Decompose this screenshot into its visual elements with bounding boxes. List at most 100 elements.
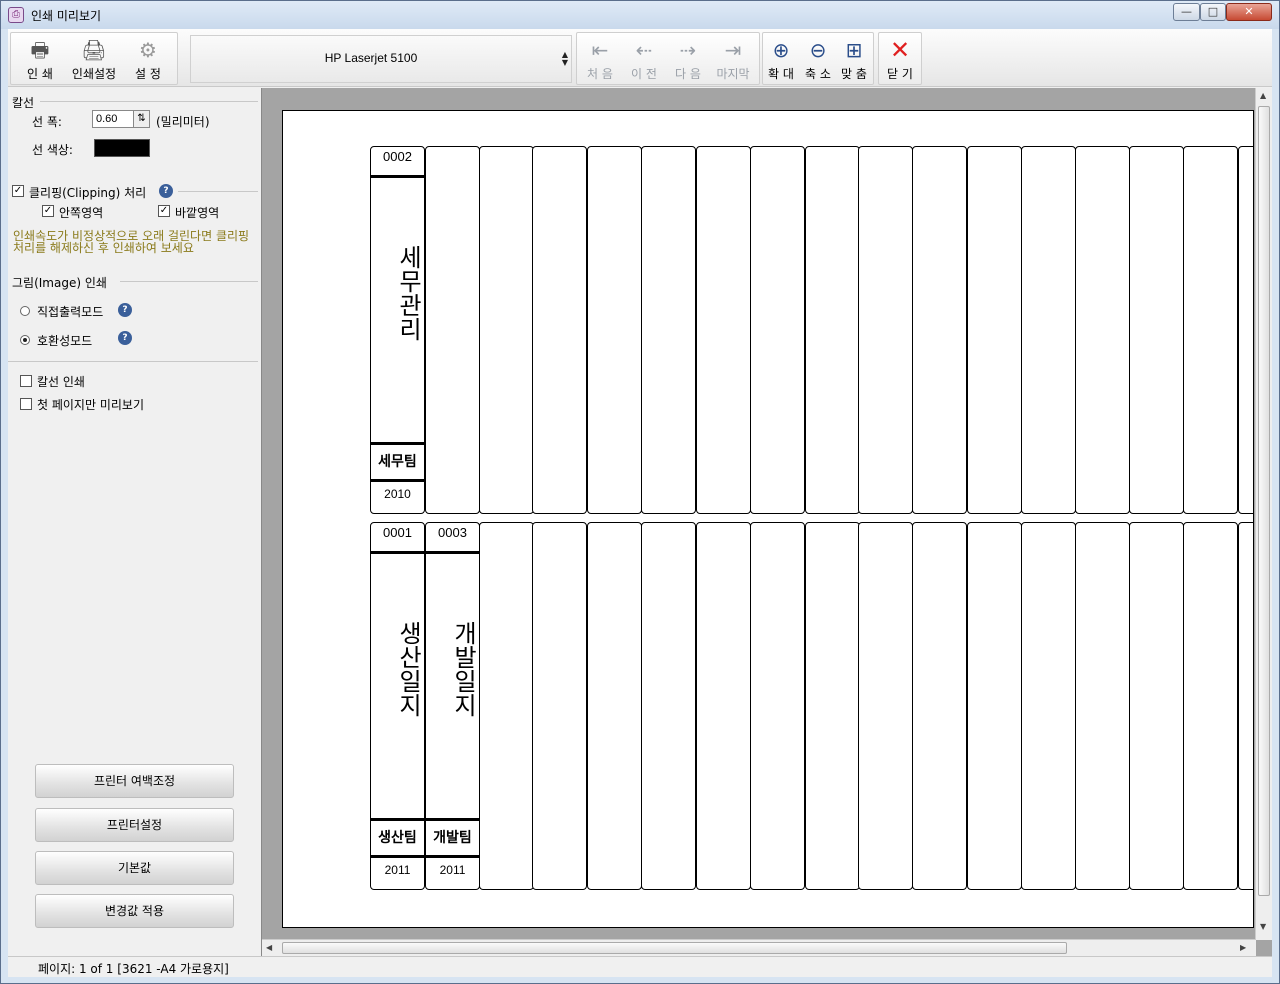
printer-margin-button[interactable]: 프린터 여백조정 bbox=[35, 764, 234, 798]
card-divider bbox=[371, 175, 424, 178]
minimize-button[interactable]: — bbox=[1173, 3, 1200, 21]
status-bar: 페이지: 1 of 1 [3621 -A4 가로용지] bbox=[8, 956, 1272, 977]
vertical-scrollbar[interactable]: ▲ ▼ bbox=[1255, 88, 1272, 940]
scroll-down-icon[interactable]: ▼ bbox=[1260, 922, 1266, 931]
printer-setup-panel-button[interactable]: 프린터설정 bbox=[35, 808, 234, 842]
scroll-left-icon[interactable]: ◀ bbox=[266, 943, 272, 952]
first-page-button[interactable]: ⇤ 처 음 bbox=[578, 33, 622, 83]
first-page-only-label: 첫 페이지만 미리보기 bbox=[37, 398, 144, 412]
print-ruleline-checkbox[interactable] bbox=[20, 375, 32, 387]
line-width-input[interactable]: 0.60 ⇅ bbox=[92, 110, 150, 128]
group-divider bbox=[40, 101, 258, 102]
window-close-button[interactable]: ✕ bbox=[1226, 3, 1272, 21]
print-button-label: 인 쇄 bbox=[27, 67, 53, 81]
card-team: 생산팀 bbox=[378, 830, 417, 846]
horizontal-scrollbar[interactable]: ◀ ▶ bbox=[262, 939, 1256, 956]
outer-area-label: 바깥영역 bbox=[175, 206, 220, 220]
first-page-icon: ⇤ bbox=[591, 38, 609, 62]
spinner-icon[interactable]: ⇅ bbox=[133, 111, 149, 127]
close-x-icon: ✕ bbox=[889, 36, 911, 64]
empty-label-card bbox=[1129, 146, 1184, 514]
compat-mode-radio[interactable] bbox=[20, 335, 30, 345]
help-icon[interactable]: ? bbox=[118, 331, 132, 345]
clipping-label: 클리핑(Clipping) 처리 bbox=[29, 186, 147, 200]
settings-label: 설 정 bbox=[135, 67, 161, 81]
card-divider bbox=[371, 818, 424, 821]
printer-select[interactable]: HP Laserjet 5100 ▲ ▼ bbox=[190, 35, 572, 83]
empty-label-card bbox=[1183, 522, 1238, 890]
next-page-icon: ⇢ bbox=[679, 38, 697, 62]
card-title-char: 발 bbox=[449, 645, 477, 669]
card-title: 개발일지 bbox=[426, 621, 479, 717]
empty-label-card bbox=[532, 522, 587, 890]
client-area: 🖶 인 쇄 🖨 인쇄설정 ⚙ 설 정 HP Laserjet 5100 ▲ ▼ ⇤… bbox=[8, 29, 1272, 977]
card-year: 2010 bbox=[384, 487, 411, 501]
outer-area-checkbox[interactable]: ✓ bbox=[158, 205, 170, 217]
line-width-label: 선 폭: bbox=[32, 115, 62, 129]
card-title-char: 리 bbox=[394, 317, 422, 341]
first-page-label: 처 음 bbox=[587, 67, 613, 81]
help-icon[interactable]: ? bbox=[159, 184, 173, 198]
last-page-icon: ⇥ bbox=[724, 38, 742, 62]
clipping-checkbox[interactable]: ✓ bbox=[12, 185, 24, 197]
image-group-title: 그림(Image) 인쇄 bbox=[12, 276, 107, 290]
card-number: 0001 bbox=[383, 525, 412, 540]
card-title: 세무관리 bbox=[371, 245, 424, 341]
empty-label-card bbox=[1021, 522, 1076, 890]
next-page-label: 다 음 bbox=[675, 67, 701, 81]
toolbar: 🖶 인 쇄 🖨 인쇄설정 ⚙ 설 정 HP Laserjet 5100 ▲ ▼ ⇤… bbox=[8, 29, 1272, 87]
zoom-out-icon: ⊖ bbox=[809, 38, 827, 62]
label-card: 0003 개 발 일 지 개발팀 2011 bbox=[425, 522, 480, 890]
printer-preview-app-icon: ⎙ bbox=[8, 7, 24, 23]
status-text: 페이지: 1 of 1 [3621 -A4 가로용지] bbox=[38, 962, 229, 976]
zoom-out-button[interactable]: ⊖ 축 소 bbox=[800, 33, 836, 83]
print-setup-button[interactable]: 🖨 인쇄설정 bbox=[66, 33, 122, 83]
empty-label-card bbox=[967, 146, 1022, 514]
card-title-char: 무 bbox=[394, 269, 422, 293]
empty-label-card bbox=[750, 522, 805, 890]
empty-label-card bbox=[912, 146, 967, 514]
empty-label-card bbox=[1021, 146, 1076, 514]
empty-label-card bbox=[1075, 146, 1130, 514]
next-page-button[interactable]: ⇢ 다 음 bbox=[666, 33, 710, 83]
card-year: 2011 bbox=[384, 863, 411, 877]
zoom-in-button[interactable]: ⊕ 확 대 bbox=[762, 33, 800, 83]
vertical-scroll-thumb[interactable] bbox=[1258, 106, 1270, 896]
card-divider bbox=[371, 442, 424, 445]
preview-area[interactable]: 0002 세 무 관 리 세무팀 2010 0001 생 산 일 지 생산팀 2011 0003 개 발 일 지 개발… bbox=[261, 88, 1272, 956]
print-button[interactable]: 🖶 인 쇄 bbox=[14, 33, 66, 83]
settings-button[interactable]: ⚙ 설 정 bbox=[122, 33, 174, 83]
card-divider bbox=[426, 818, 479, 821]
printer-select-value: HP Laserjet 5100 bbox=[324, 51, 418, 65]
inner-area-checkbox[interactable]: ✓ bbox=[42, 205, 54, 217]
prev-page-button[interactable]: ⇠ 이 전 bbox=[622, 33, 666, 83]
maximize-button[interactable]: □ bbox=[1200, 3, 1226, 21]
apply-changes-button[interactable]: 변경값 적용 bbox=[35, 894, 234, 928]
scroll-right-icon[interactable]: ▶ bbox=[1240, 943, 1246, 952]
direct-mode-label: 직접출력모드 bbox=[37, 305, 104, 319]
zoom-out-label: 축 소 bbox=[805, 67, 831, 81]
defaults-button[interactable]: 기본값 bbox=[35, 851, 234, 885]
line-color-swatch[interactable] bbox=[94, 139, 150, 157]
line-width-value: 0.60 bbox=[96, 113, 118, 125]
card-title-char: 일 bbox=[394, 669, 422, 693]
card-title-char: 관 bbox=[394, 293, 422, 317]
last-page-button[interactable]: ⇥ 마지막 bbox=[710, 33, 756, 83]
empty-label-card bbox=[587, 146, 642, 514]
scroll-up-icon[interactable]: ▲ bbox=[1260, 91, 1266, 100]
horizontal-scroll-thumb[interactable] bbox=[282, 942, 1067, 954]
first-page-only-checkbox[interactable] bbox=[20, 398, 32, 410]
print-ruleline-label: 칼선 인쇄 bbox=[37, 375, 85, 389]
card-divider bbox=[371, 479, 424, 482]
line-color-label: 선 색상: bbox=[32, 143, 73, 157]
help-icon[interactable]: ? bbox=[118, 303, 132, 317]
direct-mode-radio[interactable] bbox=[20, 306, 30, 316]
group-divider bbox=[120, 281, 258, 282]
empty-label-card bbox=[805, 522, 860, 890]
card-divider bbox=[426, 855, 479, 858]
card-year: 2011 bbox=[439, 863, 466, 877]
clipping-warning-text: 인쇄속도가 비정상적으로 오래 걸린다면 클리핑처리를 해제하신 후 인쇄하여 … bbox=[13, 229, 250, 255]
zoom-fit-button[interactable]: ⊞ 맞 춤 bbox=[836, 33, 872, 83]
close-preview-button[interactable]: ✕ 닫 기 bbox=[878, 33, 922, 83]
card-number: 0002 bbox=[383, 149, 412, 164]
